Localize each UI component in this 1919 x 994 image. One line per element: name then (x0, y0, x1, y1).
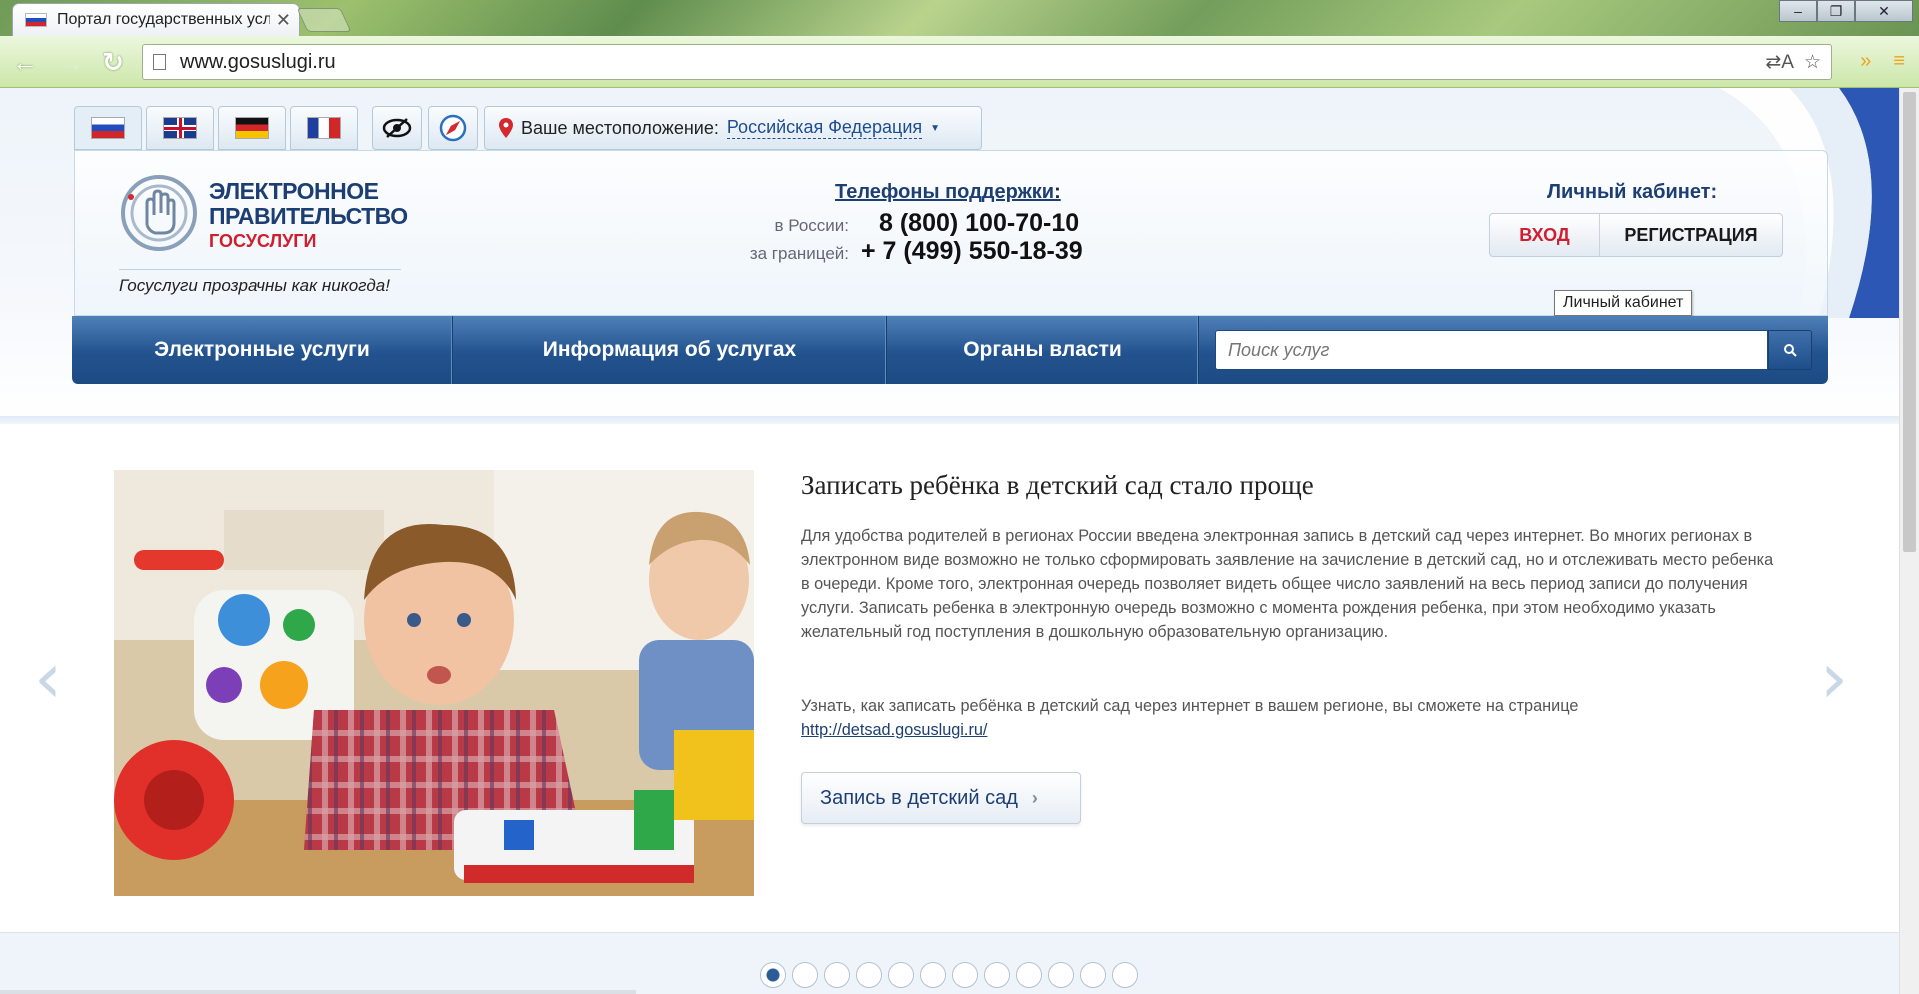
cabinet-tooltip: Личный кабинет (1554, 290, 1693, 316)
translate-icon[interactable]: ⇄A (1765, 51, 1794, 74)
tab-title: Портал государственных услуг (57, 11, 270, 28)
search-button[interactable] (1768, 330, 1812, 370)
flag-uk-icon (163, 117, 197, 139)
flag-de-icon (235, 117, 269, 139)
slider-dot[interactable] (792, 962, 818, 988)
kindergarten-signup-button[interactable]: Запись в детский сад › (801, 772, 1081, 824)
search-icon (1784, 344, 1797, 357)
slider-pager (760, 962, 1138, 988)
lang-fr-button[interactable] (290, 106, 358, 150)
flag-ru-icon (91, 117, 125, 139)
browser-toolbar: ← → ↻ www.gosuslugi.ru ⇄A ☆ » ≡ (0, 36, 1919, 88)
slider-dot[interactable] (824, 962, 850, 988)
bookmark-star-icon[interactable]: ☆ (1804, 51, 1821, 74)
close-window-button[interactable]: ✕ (1855, 0, 1913, 22)
minimize-button[interactable]: ‒ (1779, 0, 1817, 22)
service-search (1199, 316, 1828, 384)
lang-ru-button[interactable] (74, 106, 142, 150)
nav-item-authorities[interactable]: Органы власти (887, 316, 1199, 384)
compass-icon (439, 114, 467, 142)
url-text[interactable]: www.gosuslugi.ru (180, 51, 1765, 74)
logo-line-1: ЭЛЕКТРОННОЕ (209, 178, 379, 204)
phone-label-abroad: за границей: (749, 244, 849, 263)
forward-arrow-icon[interactable]: → (56, 47, 86, 77)
reload-icon[interactable]: ↻ (98, 47, 128, 77)
lang-en-button[interactable] (146, 106, 214, 150)
slider-dot[interactable] (760, 962, 786, 988)
page-icon (153, 54, 166, 70)
location-value[interactable]: Российская Федерация (726, 117, 923, 139)
slide-photo-children[interactable] (114, 470, 754, 896)
auth-buttons: ВХОД РЕГИСТРАЦИЯ (1489, 213, 1783, 257)
browser-titlebar: Портал государственных услуг ✕ ‒ ❐ ✕ (0, 0, 1919, 36)
slider-dot[interactable] (920, 962, 946, 988)
menu-icon[interactable]: ≡ (1893, 50, 1905, 73)
flag-fr-icon (307, 117, 341, 139)
horizontal-scroll-indicator (0, 990, 636, 994)
scrollbar-thumb[interactable] (1903, 92, 1916, 552)
tab-close-icon[interactable]: ✕ (276, 11, 291, 29)
address-bar[interactable]: www.gosuslugi.ru ⇄A ☆ (142, 44, 1832, 80)
sitemap-button[interactable] (428, 106, 478, 150)
location-pin-icon (499, 118, 513, 138)
language-switcher (74, 106, 358, 150)
logo-text[interactable]: ЭЛЕКТРОННОЕ ПРАВИТЕЛЬСТВО ГОСУСЛУГИ (209, 179, 408, 254)
personal-cabinet-title: Личный кабинет: (1547, 181, 1718, 203)
phone-number-russia: 8 (800) 100-70-10 (879, 209, 1080, 237)
phones-title-colon: : (1054, 181, 1061, 203)
logo-line-2: ПРАВИТЕЛЬСТВО (209, 203, 408, 229)
slider-next-arrow-icon[interactable]: › (1820, 643, 1848, 713)
service-search-input[interactable] (1215, 330, 1768, 370)
location-selector[interactable]: Ваше местоположение: Российская Федераци… (484, 106, 982, 150)
phone-number-abroad: + 7 (499) 550-18-39 (861, 237, 1083, 265)
cta-label: Запись в детский сад (820, 786, 1018, 809)
register-button[interactable]: РЕГИСТРАЦИЯ (1600, 214, 1782, 256)
main-navigation: Электронные услуги Информация об услугах… (72, 316, 1828, 384)
phone-row-abroad: за границей: + 7 (499) 550-18-39 (739, 237, 1083, 266)
slide-title: Записать ребёнка в детский сад стало про… (801, 470, 1314, 500)
header-divider (0, 416, 1899, 424)
vertical-scrollbar[interactable] (1899, 88, 1919, 994)
logo-line-3: ГОСУСЛУГИ (209, 231, 317, 251)
slider-dot[interactable] (856, 962, 882, 988)
gosuslugi-logo-icon (121, 175, 197, 251)
detsad-link[interactable]: http://detsad.gosuslugi.ru/ (801, 721, 987, 739)
extensions-chevron-icon[interactable]: » (1860, 50, 1871, 73)
nav-item-service-info[interactable]: Информация об услугах (453, 316, 887, 384)
slider-dot[interactable] (1112, 962, 1138, 988)
slider-dot[interactable] (1016, 962, 1042, 988)
chevron-right-icon: › (1031, 787, 1038, 808)
favicon-icon (25, 13, 47, 27)
caret-down-icon[interactable]: ▼ (930, 123, 940, 134)
new-tab-button[interactable] (296, 8, 352, 32)
slider-dot[interactable] (888, 962, 914, 988)
login-button[interactable]: ВХОД (1490, 214, 1600, 256)
slider-prev-arrow-icon[interactable]: ‹ (34, 643, 62, 713)
low-vision-eye-icon (382, 118, 412, 138)
slider-dot[interactable] (1048, 962, 1074, 988)
slide-text-more-label: Узнать, как записать ребёнка в детский с… (801, 697, 1579, 715)
browser-tab[interactable]: Портал государственных услуг ✕ (12, 3, 300, 36)
restore-button[interactable]: ❐ (1817, 0, 1855, 22)
accessibility-button[interactable] (372, 106, 422, 150)
slider-dot[interactable] (984, 962, 1010, 988)
back-arrow-icon[interactable]: ← (10, 47, 40, 77)
support-phones-link[interactable]: Телефоны поддержки (835, 181, 1054, 203)
slider-dot[interactable] (1080, 962, 1106, 988)
support-phones-title[interactable]: Телефоны поддержки: (835, 181, 1061, 204)
site-slogan: Госуслуги прозрачны как никогда! (119, 269, 401, 296)
page-viewport: Ваше местоположение: Российская Федераци… (0, 88, 1899, 994)
window-controls: ‒ ❐ ✕ (1779, 0, 1913, 22)
slide-text: Для удобства родителей в регионах России… (801, 527, 1774, 641)
nav-item-e-services[interactable]: Электронные услуги (72, 316, 453, 384)
phone-row-russia: в России: 8 (800) 100-70-10 (739, 209, 1079, 238)
location-label: Ваше местоположение: (521, 117, 719, 138)
phone-label-russia: в России: (774, 216, 849, 235)
site-header: Ваше местоположение: Российская Федераци… (0, 88, 1899, 424)
lang-de-button[interactable] (218, 106, 286, 150)
slide-text-more: Узнать, как записать ребёнка в детский с… (801, 694, 1781, 742)
slider-dot[interactable] (952, 962, 978, 988)
